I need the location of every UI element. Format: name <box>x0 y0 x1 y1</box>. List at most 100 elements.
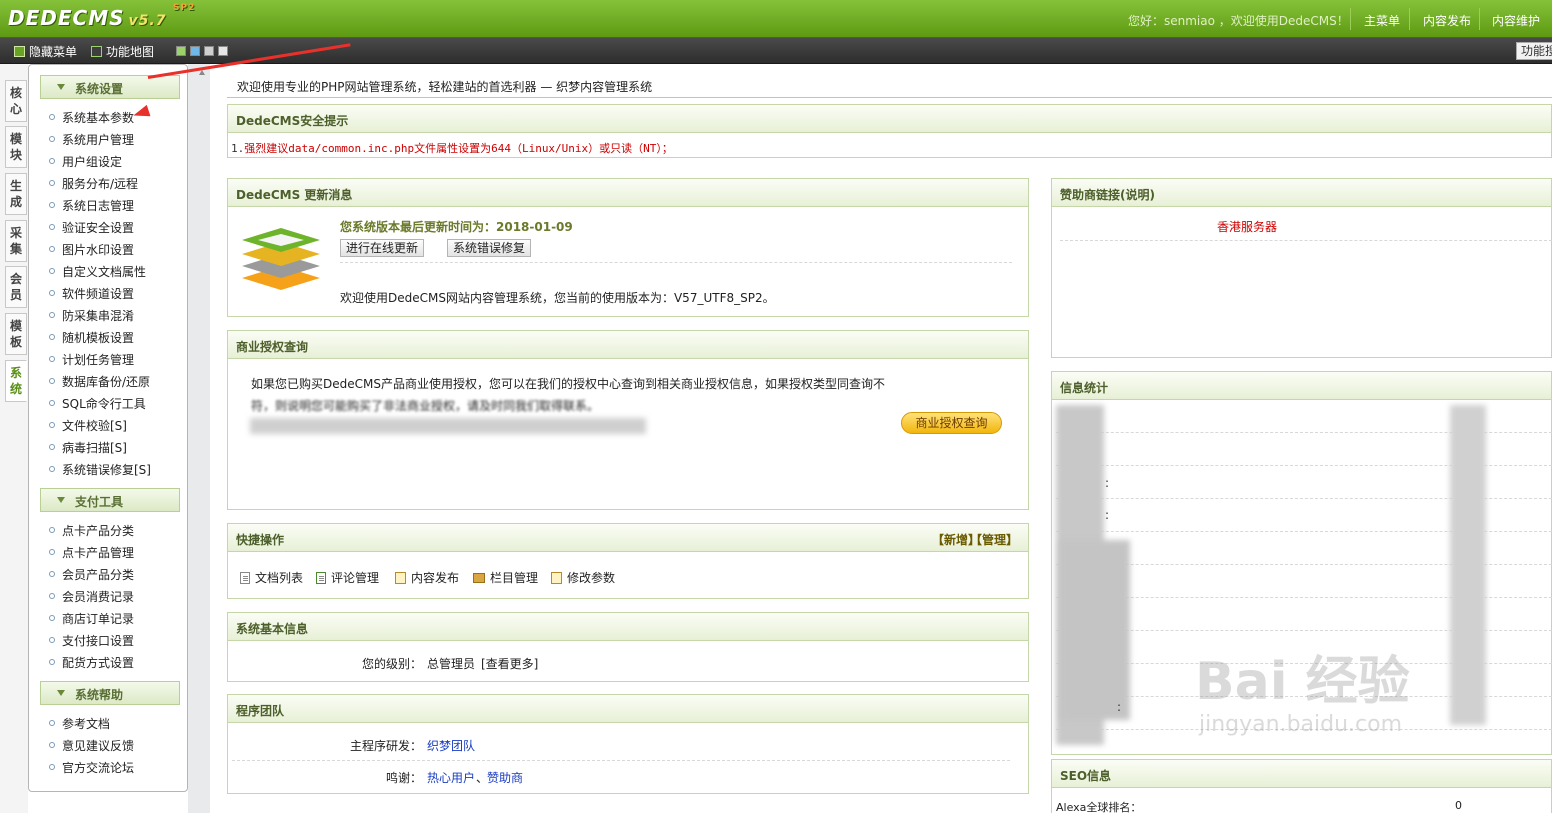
menu-item[interactable]: 服务分布/远程 <box>49 174 138 192</box>
bullet-icon <box>49 290 55 296</box>
menu-item[interactable]: 计划任务管理 <box>49 350 134 368</box>
security-warning: 1.强烈建议data/common.inc.php文件属性设置为644（Linu… <box>231 140 673 156</box>
menu-group-title: 系统帮助 <box>75 688 124 702</box>
menu-item[interactable]: 验证安全设置 <box>49 218 134 236</box>
menu-item[interactable]: 意见建议反馈 <box>49 736 134 754</box>
bullet-icon <box>49 637 55 643</box>
panel-title: 赞助商链接(说明) <box>1060 188 1155 202</box>
quick-columns[interactable]: 栏目管理 <box>473 569 538 586</box>
menu-item-label: 图片水印设置 <box>62 242 135 257</box>
bullet-icon <box>49 444 55 450</box>
tab-module[interactable]: 模块 <box>5 126 27 168</box>
menu-item-label: SQL命令行工具 <box>62 396 146 411</box>
tab-core[interactable]: 核心 <box>5 80 27 122</box>
tab-generate[interactable]: 生成 <box>5 173 27 215</box>
sponsor-link[interactable]: 香港服务器 <box>1217 218 1277 235</box>
menu-item[interactable]: 防采集串混淆 <box>49 306 134 324</box>
panel-title: 商业授权查询 <box>236 340 309 354</box>
function-map-button[interactable]: 功能地图 <box>91 43 154 60</box>
theme-gray-icon[interactable] <box>204 46 214 56</box>
bullet-icon <box>49 378 55 384</box>
panel-title: 系统基本信息 <box>236 622 309 636</box>
tab-member[interactable]: 会员 <box>5 266 27 308</box>
error-fix-button[interactable]: 系统错误修复 <box>447 239 532 257</box>
menu-item[interactable]: 系统日志管理 <box>49 196 134 214</box>
menu-group-system-help[interactable]: 系统帮助 <box>40 681 180 705</box>
panel-header: DedeCMS 更新消息 <box>228 179 1028 207</box>
level-label: 您的级别： <box>362 657 423 671</box>
menu-group-payment-tools[interactable]: 支付工具 <box>40 488 180 512</box>
theme-light-icon[interactable] <box>218 46 228 56</box>
online-update-button[interactable]: 进行在线更新 <box>340 239 425 257</box>
menu-item[interactable]: 系统基本参数 <box>49 108 134 126</box>
quick-doc-list[interactable]: 文档列表 <box>240 569 303 586</box>
menu-item-label: 软件频道设置 <box>62 286 135 301</box>
menu-item[interactable]: 病毒扫描[S] <box>49 438 127 456</box>
function-map-label: 功能地图 <box>106 45 155 59</box>
thanks-users-link[interactable]: 热心用户 <box>427 769 475 786</box>
menu-item[interactable]: 图片水印设置 <box>49 240 134 258</box>
nav-content-publish[interactable]: 内容发布 <box>1423 12 1471 29</box>
menu-item[interactable]: 会员产品分类 <box>49 565 134 583</box>
menu-item[interactable]: 支付接口设置 <box>49 631 134 649</box>
license-query-button[interactable]: 商业授权查询 <box>901 412 1002 434</box>
nav-content-maintain[interactable]: 内容维护 <box>1492 12 1540 29</box>
bullet-icon <box>49 659 55 665</box>
warning-text: 强烈建议data/common.inc.php文件属性设置为644（Linux/… <box>244 142 673 155</box>
menu-item[interactable]: 官方交流论坛 <box>49 758 134 776</box>
panel-header: 商业授权查询 <box>228 331 1028 359</box>
edit-icon <box>551 571 562 584</box>
bullet-icon <box>49 136 55 142</box>
menu-item[interactable]: 商店订单记录 <box>49 609 134 627</box>
dev-team-link[interactable]: 织梦团队 <box>427 737 475 754</box>
quick-manage-link[interactable]: 【管理】 <box>970 531 1018 548</box>
menu-item[interactable]: 点卡产品分类 <box>49 521 134 539</box>
hide-menu-button[interactable]: 隐藏菜单 <box>14 43 77 60</box>
quick-label: 修改参数 <box>567 571 616 585</box>
quick-publish[interactable]: 内容发布 <box>395 569 459 586</box>
bullet-icon <box>49 356 55 362</box>
theme-blue-icon[interactable] <box>190 46 200 56</box>
blurred-stat-labels <box>1060 540 1130 720</box>
stat-colon: : <box>1117 700 1122 714</box>
nav-main-menu[interactable]: 主菜单 <box>1364 12 1400 29</box>
bullet-icon <box>49 422 55 428</box>
top-header: DEDECMS v5.7 SP2 您好：senmiao ，欢迎使用DedeCMS！… <box>0 0 1552 38</box>
menu-item-label: 防采集串混淆 <box>62 308 135 323</box>
menu-item-label: 点卡产品分类 <box>62 523 135 538</box>
menu-item-label: 自定义文档属性 <box>62 264 147 279</box>
scroll-up-icon[interactable] <box>199 70 205 75</box>
dedecms-logo[interactable]: DEDECMS v5.7 SP2 <box>8 3 194 30</box>
license-text-2: 符，则说明您可能购买了非法商业授权，请及时同我们取得联系。 <box>251 399 600 413</box>
menu-item[interactable]: 配货方式设置 <box>49 653 134 671</box>
menu-item[interactable]: 数据库备份/还原 <box>49 372 150 390</box>
quick-comments[interactable]: 评论管理 <box>316 569 379 586</box>
bullet-icon <box>49 615 55 621</box>
nav-divider <box>1409 8 1410 30</box>
function-search-input[interactable]: 功能搜 <box>1516 42 1552 60</box>
menu-item[interactable]: 点卡产品管理 <box>49 543 134 561</box>
menu-item[interactable]: SQL命令行工具 <box>49 394 146 412</box>
menu-item[interactable]: 自定义文档属性 <box>49 262 146 280</box>
menu-item[interactable]: 用户组设定 <box>49 152 122 170</box>
menu-item[interactable]: 软件频道设置 <box>49 284 134 302</box>
menu-item-label: 系统错误修复[S] <box>62 462 151 477</box>
menu-item-label: 文件校验[S] <box>62 418 127 433</box>
menu-item[interactable]: 随机模板设置 <box>49 328 134 346</box>
dedecms-layers-icon <box>242 228 320 290</box>
quick-params[interactable]: 修改参数 <box>551 569 615 586</box>
tab-system[interactable]: 系统 <box>5 360 27 402</box>
warning-number: 1. <box>231 142 245 155</box>
menu-item[interactable]: 会员消费记录 <box>49 587 134 605</box>
view-more-link[interactable]: [查看更多] <box>481 655 538 672</box>
menu-item[interactable]: 文件校验[S] <box>49 416 127 434</box>
theme-green-icon[interactable] <box>176 46 186 56</box>
menu-item[interactable]: 系统用户管理 <box>49 130 134 148</box>
menu-group-system-settings[interactable]: 系统设置 <box>40 75 180 99</box>
menu-item[interactable]: 系统错误修复[S] <box>49 460 151 478</box>
thanks-sponsor-link[interactable]: 赞助商 <box>487 769 523 786</box>
menu-item[interactable]: 参考文档 <box>49 714 110 732</box>
tab-collect[interactable]: 采集 <box>5 220 27 262</box>
tab-template[interactable]: 模板 <box>5 313 27 355</box>
menu-scroll-strip[interactable] <box>188 64 210 813</box>
